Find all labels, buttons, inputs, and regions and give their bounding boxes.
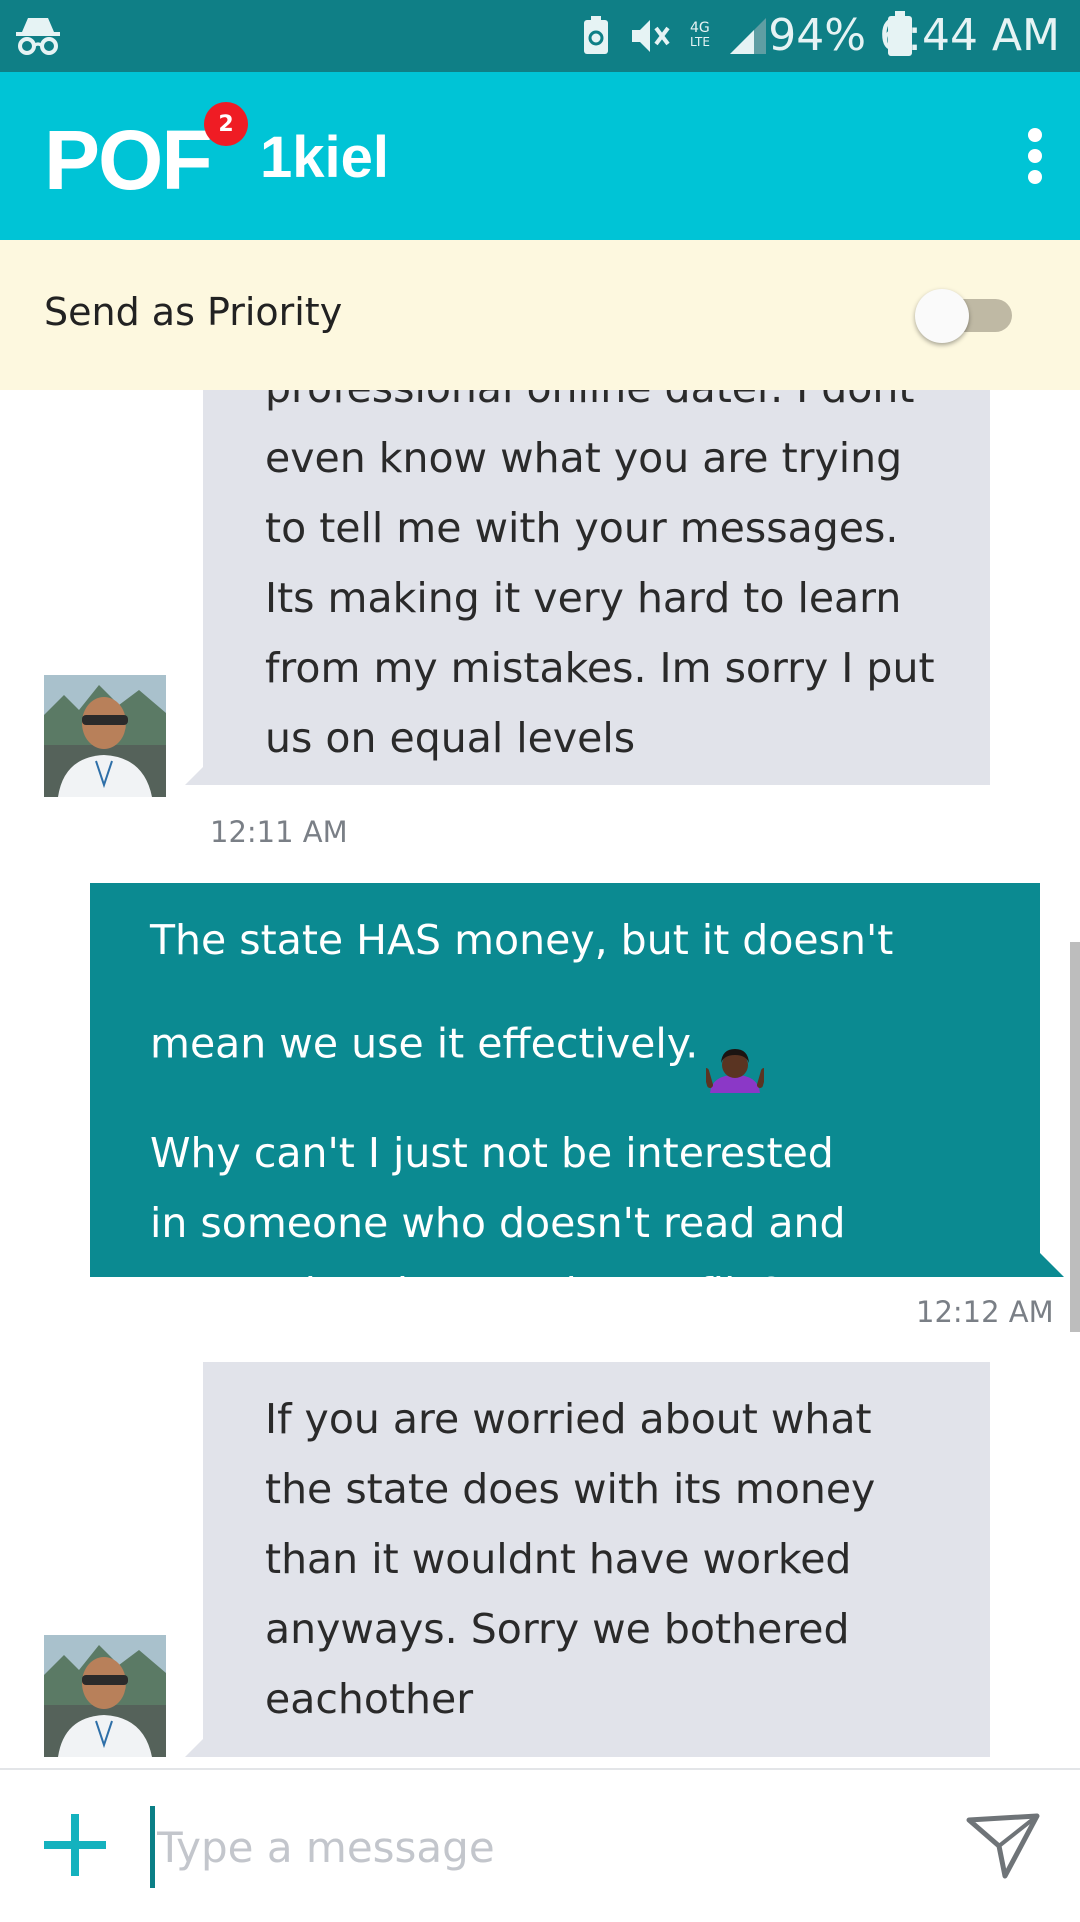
battery-percent: 94%	[768, 10, 866, 61]
incoming-message[interactable]: professional online dater. I dont even k…	[185, 390, 990, 785]
status-time: 6:44 AM	[879, 10, 1060, 61]
incoming-message[interactable]: If you are worried about what the state …	[185, 1362, 990, 1757]
priority-toggle[interactable]	[915, 289, 1012, 343]
message-composer	[0, 1768, 1080, 1922]
add-attachment-icon[interactable]	[44, 1814, 106, 1876]
scrollbar[interactable]	[1070, 942, 1080, 1332]
message-text-rest: Why can't I just not be interested in so…	[150, 1129, 957, 1317]
notification-badge: 2	[204, 102, 248, 146]
message-timestamp: 12:12 AM	[916, 1295, 1054, 1329]
status-bar: 4G LTE 94% 6:44 AM	[0, 0, 1080, 72]
person-shrugging-emoji	[703, 975, 768, 1118]
svg-text:4G: 4G	[690, 20, 710, 36]
send-as-priority-label: Send as Priority	[44, 290, 343, 334]
more-options-icon[interactable]	[1020, 128, 1050, 184]
message-text-line2: mean we use it effectively.	[150, 1019, 699, 1068]
pof-logo[interactable]: POF	[44, 112, 213, 209]
outgoing-message[interactable]: The state HAS money, but it doesn't mean…	[90, 883, 1064, 1317]
message-text: professional online dater. I dont even k…	[265, 390, 935, 762]
message-timestamp: 12:11 AM	[210, 815, 348, 849]
message-text: If you are worried about what the state …	[265, 1395, 876, 1723]
svg-text:LTE: LTE	[690, 35, 710, 49]
message-text-line1: The state HAS money, but it doesn't	[150, 916, 894, 964]
message-input[interactable]	[150, 1806, 919, 1888]
app-bar: POF 2 1kiel	[0, 72, 1080, 240]
mute-icon	[628, 16, 672, 60]
message-list[interactable]: professional online dater. I dont even k…	[0, 390, 1080, 1768]
incognito-icon	[14, 14, 62, 62]
send-icon[interactable]	[965, 1810, 1041, 1884]
avatar[interactable]	[44, 1635, 166, 1757]
conversation-username[interactable]: 1kiel	[260, 124, 389, 191]
avatar[interactable]	[44, 675, 166, 797]
priority-bar: Send as Priority	[0, 240, 1080, 390]
recycle-battery-icon	[582, 16, 610, 60]
lte-signal-icon: 4G LTE	[690, 16, 770, 60]
